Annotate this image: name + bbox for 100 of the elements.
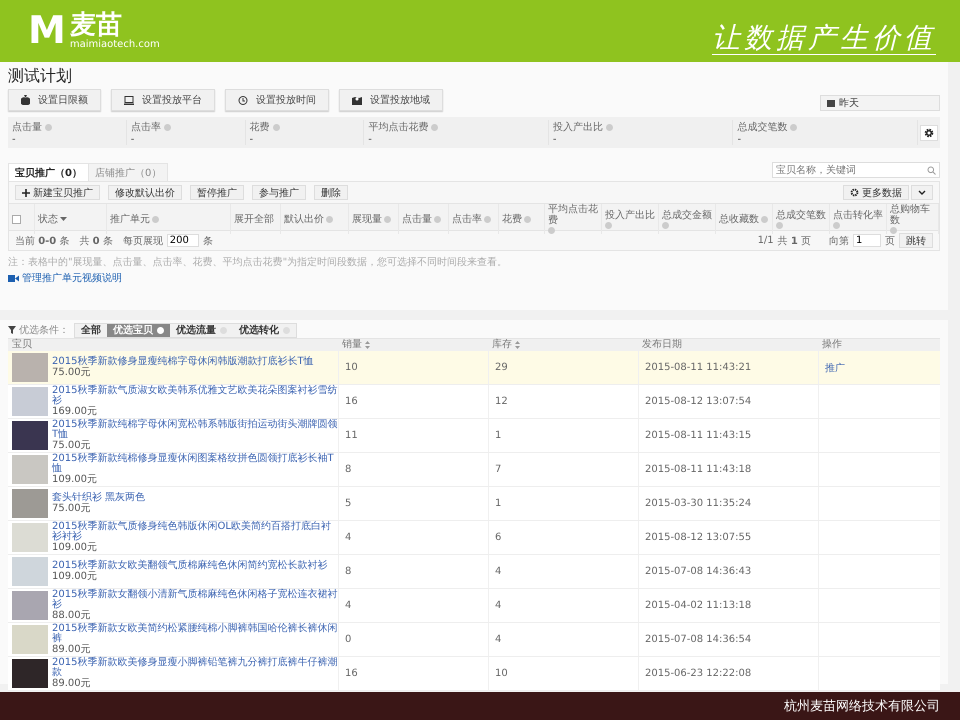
help-icon[interactable] [164, 124, 171, 130]
table-row[interactable]: 套头针织衫 黑灰两色 75.00元 5 1 2015-03-30 11:35:24 [8, 487, 940, 521]
table-row[interactable]: 2015秋季新款女翻领小清新气质棉麻纯色休闲格子宽松连衣裙衬衫 88.00元 4 4 2015-04-02 11:13:18 [8, 589, 940, 623]
table-cell: 4 [345, 600, 352, 611]
search-field[interactable]: 宝贝名称，关键词 [772, 162, 940, 178]
filter-chip[interactable]: 优选宝贝 [107, 324, 170, 336]
table-cell: 2015-07-08 14:36:43 [645, 566, 752, 577]
column-header: 平均点击花费 [548, 204, 598, 226]
help-icon[interactable] [662, 222, 669, 228]
setting-button[interactable]: 设置投放地域 [339, 89, 443, 111]
help-icon[interactable] [605, 222, 612, 228]
help-icon[interactable] [776, 222, 783, 228]
help-icon[interactable] [45, 124, 52, 130]
page-number-field[interactable]: 1 [853, 234, 881, 247]
table-cell: 16 [345, 668, 358, 679]
filter-chip[interactable]: 优选转化 [233, 324, 296, 336]
help-icon[interactable] [890, 227, 897, 234]
product-title-link[interactable]: 套头针织衫 黑灰两色 [52, 493, 146, 504]
product-title-link[interactable]: 2015秋季新款纯棉字母休闲宽松韩系韩版街拍运动街头潮牌圆领T恤 [52, 420, 338, 441]
setting-button[interactable]: 设置投放时间 [225, 89, 329, 111]
product-title-link[interactable]: 2015秋季新款欧美修身显瘦小脚裤铅笔裤九分裤打底裤牛仔裤潮款 [52, 658, 338, 679]
table-cell: 10 [495, 668, 508, 679]
setting-button[interactable]: 设置日限额 [8, 89, 101, 111]
column-header[interactable]: 状态 [38, 214, 58, 224]
video-guide-link[interactable]: 管理推广单元视频说明 [8, 271, 122, 285]
table-cell: 11 [345, 430, 358, 441]
product-title-link[interactable]: 2015秋季新款女翻领小清新气质棉麻纯色休闲格子宽松连衣裙衬衫 [52, 590, 338, 611]
column-header: 总成交笔数 [776, 210, 826, 220]
table-cell: 2015-06-23 12:22:08 [645, 668, 752, 679]
help-icon[interactable] [761, 216, 768, 222]
product-title-link[interactable]: 2015秋季新款修身显瘦纯棉字母休闲韩版潮款打底衫长T恤 [52, 357, 314, 368]
table-row[interactable]: 2015秋季新款修身显瘦纯棉字母休闲韩版潮款打底衫长T恤 75.00元 10 29 2015-08-11 11:43:21 推广 [8, 351, 940, 385]
filter-chip[interactable]: 全部 [75, 324, 107, 336]
product-title-link[interactable]: 2015秋季新款女欧美翻领气质棉麻纯色休闲简约宽松长款衬衫 [52, 561, 328, 572]
photo-placeholder [12, 421, 48, 450]
table-cell: 12 [495, 396, 508, 407]
filter-chip[interactable]: 优选流量 [170, 324, 233, 336]
table-cell: 1 [495, 430, 502, 441]
page-size-field[interactable]: 200 [166, 234, 199, 247]
more-data-button[interactable]: 更多数据 [843, 185, 909, 200]
product-title-link[interactable]: 2015秋季新款女欧美简约松紧腰纯棉小脚裤韩国哈伦裤长裤休闲裤 [52, 624, 338, 645]
help-icon[interactable] [833, 222, 840, 228]
tab[interactable]: 宝贝推广（0） [8, 163, 89, 181]
expand-all-link[interactable]: 展开全部 [234, 214, 274, 224]
help-icon[interactable] [326, 216, 333, 222]
photo-placeholder [12, 455, 48, 484]
help-icon[interactable] [548, 227, 555, 234]
help-icon[interactable] [434, 216, 441, 222]
table-row[interactable]: 2015秋季新款女欧美简约松紧腰纯棉小脚裤韩国哈伦裤长裤休闲裤 89.00元 0 4 2015-07-08 14:36:54 [8, 623, 940, 657]
photo-placeholder [12, 353, 48, 382]
company-name: 杭州麦苗网络技术有限公司 [784, 698, 940, 715]
logo-domain: maimiaotech.com [70, 38, 160, 50]
help-icon[interactable] [484, 216, 491, 222]
product-title-link[interactable]: 2015秋季新款气质淑女欧美韩系优雅文艺欧美花朵图案衬衫雪纺衫 [52, 386, 338, 407]
caret-icon [918, 190, 926, 196]
table-row[interactable]: 2015秋季新款欧美修身显瘦小脚裤铅笔裤九分裤打底裤牛仔裤潮款 89.00元 16 10 2015-06-23 12:22:08 [8, 657, 940, 691]
help-icon[interactable] [431, 124, 438, 130]
product-price: 89.00元 [52, 644, 92, 656]
column-header[interactable]: 库存 [492, 339, 512, 351]
video-camera-icon [8, 274, 19, 282]
table-cell: 2015-08-11 11:43:21 [645, 362, 752, 373]
dropdown-button[interactable] [911, 185, 933, 200]
table-cell: 16 [345, 396, 358, 407]
help-icon[interactable] [384, 216, 391, 222]
photo-placeholder [12, 591, 48, 620]
settings-icon [924, 128, 934, 138]
help-icon[interactable] [272, 124, 280, 130]
table-row[interactable]: 2015秋季新款女欧美翻领气质棉麻纯色休闲简约宽松长款衬衫 109.00元 8 4 2015-07-08 14:36:43 [8, 555, 940, 589]
date-select[interactable]: 昨天 [820, 95, 940, 111]
table-row[interactable]: 2015秋季新款纯棉字母休闲宽松韩系韩版街拍运动街头潮牌圆领T恤 75.00元 11 1 2015-08-11 11:43:15 [8, 419, 940, 453]
action-button[interactable]: 暂停推广 [190, 185, 244, 200]
action-button[interactable]: 修改默认出价 [108, 185, 182, 200]
column-header: 点击转化率 [833, 210, 883, 220]
settings-button[interactable] [920, 124, 938, 140]
help-icon[interactable] [524, 216, 531, 222]
table-cell: 4 [495, 600, 502, 611]
setting-button[interactable]: 设置投放平台 [111, 89, 215, 111]
table-cell: 0 [345, 634, 352, 645]
select-all-checkbox[interactable] [12, 214, 21, 224]
help-icon[interactable] [152, 216, 159, 222]
page-unit: 页 [885, 234, 895, 248]
column-header: 操作 [822, 339, 842, 351]
help-icon[interactable] [606, 124, 613, 130]
jump-button[interactable]: 跳转 [899, 233, 933, 248]
column-header[interactable]: 销量 [342, 339, 362, 351]
table-row[interactable]: 2015秋季新款气质淑女欧美韩系优雅文艺欧美花朵图案衬衫雪纺衫 169.00元 16 12 2015-08-12 13:07:54 [8, 385, 940, 419]
metric-label: 总成交笔数 [737, 120, 788, 134]
settings-icon [850, 188, 859, 197]
action-button[interactable]: 删除 [314, 185, 348, 200]
promote-link[interactable]: 推广 [825, 360, 845, 374]
metric-value: - [368, 134, 372, 145]
table-row[interactable]: 2015秋季新款气质修身纯色韩版休闲OL欧美简约百搭打底白衬衫衬衫 109.00元 4 6 2015-08-12 13:07:55 [8, 521, 940, 555]
table-cell: 4 [495, 634, 502, 645]
column-header: 投入产出比 [605, 210, 655, 220]
table-row[interactable]: 2015秋季新款纯棉修身显瘦休闲图案格纹拼色圆领打底衫长袖T恤 109.00元 8 7 2015-08-11 11:43:18 [8, 453, 940, 487]
product-title-link[interactable]: 2015秋季新款纯棉修身显瘦休闲图案格纹拼色圆领打底衫长袖T恤 [52, 454, 338, 475]
action-button[interactable]: 新建宝贝推广 [15, 185, 100, 200]
product-title-link[interactable]: 2015秋季新款气质修身纯色韩版休闲OL欧美简约百搭打底白衬衫衬衫 [52, 522, 338, 543]
action-button[interactable]: 参与推广 [252, 185, 306, 200]
help-icon[interactable] [790, 124, 798, 130]
